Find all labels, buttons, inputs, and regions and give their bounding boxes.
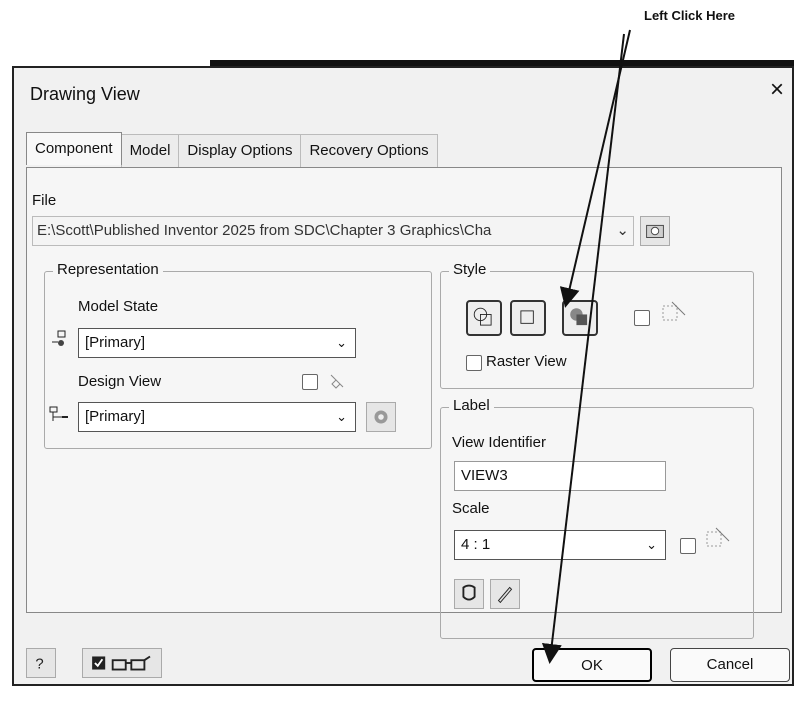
chevron-down-icon: ⌄ [646,537,657,552]
shaded-button[interactable] [562,300,598,336]
file-path-field[interactable]: E:\Scott\Published Inventor 2025 from SD… [32,216,634,246]
preview-toggle[interactable] [82,648,162,678]
view-identifier-input[interactable]: VIEW3 [454,461,666,491]
toggle-label-visibility-icon[interactable] [454,579,484,609]
cancel-button[interactable]: Cancel [670,648,790,682]
design-view-label: Design View [78,373,162,390]
model-state-select[interactable]: [Primary] ⌄ [78,328,356,358]
raster-view-checkbox[interactable] [466,355,482,371]
svg-text:?: ? [35,656,43,673]
associative-icon [704,524,732,552]
tab-component[interactable]: Component [26,132,122,165]
representation-title: Representation [53,261,163,278]
tab-bar: Component Model Display Options Recovery… [26,132,438,167]
scale-value: 4 : 1 [461,536,491,553]
view-identifier-label: View Identifier [452,434,546,451]
style-title: Style [449,261,491,278]
hidden-line-removed-button[interactable] [510,300,546,336]
scale-associative-checkbox[interactable] [680,538,696,554]
dialog-title: Drawing View [30,84,140,104]
design-view-checkbox[interactable] [302,374,318,390]
drawing-view-dialog: Drawing View × Component Model Display O… [12,66,794,686]
scale-select[interactable]: 4 : 1 ⌄ [454,530,666,560]
help-icon[interactable]: ? [26,648,56,678]
folder-browse-icon[interactable] [640,216,670,246]
model-state-label: Model State [78,298,159,315]
associative-icon [326,370,348,392]
scale-label: Scale [452,500,490,517]
chevron-down-icon: ⌄ [336,335,347,350]
file-label: File [32,192,57,209]
tab-recovery-options[interactable]: Recovery Options [300,134,438,167]
model-state-value: [Primary] [85,334,145,351]
raster-view-label: Raster View [486,353,567,370]
file-path-text: E:\Scott\Published Inventor 2025 from SD… [37,222,492,239]
tab-model[interactable]: Model [120,134,180,167]
design-view-value: [Primary] [85,408,145,425]
tab-display-options[interactable]: Display Options [178,134,302,167]
chevron-down-icon: ⌄ [336,409,347,424]
chevron-down-icon[interactable]: ⌄ [616,217,629,245]
design-view-select[interactable]: [Primary] ⌄ [78,402,356,432]
close-icon[interactable]: × [770,76,784,104]
edit-label-icon[interactable] [490,579,520,609]
callout-label: Left Click Here [644,8,736,23]
gear-icon[interactable] [366,402,396,432]
design-view-icon [48,405,70,425]
associative-icon [660,298,688,326]
label-title: Label [449,397,494,414]
model-state-icon [50,330,68,348]
style-associative-checkbox[interactable] [634,310,650,326]
hidden-line-button[interactable] [466,300,502,336]
ok-button[interactable]: OK [532,648,652,682]
